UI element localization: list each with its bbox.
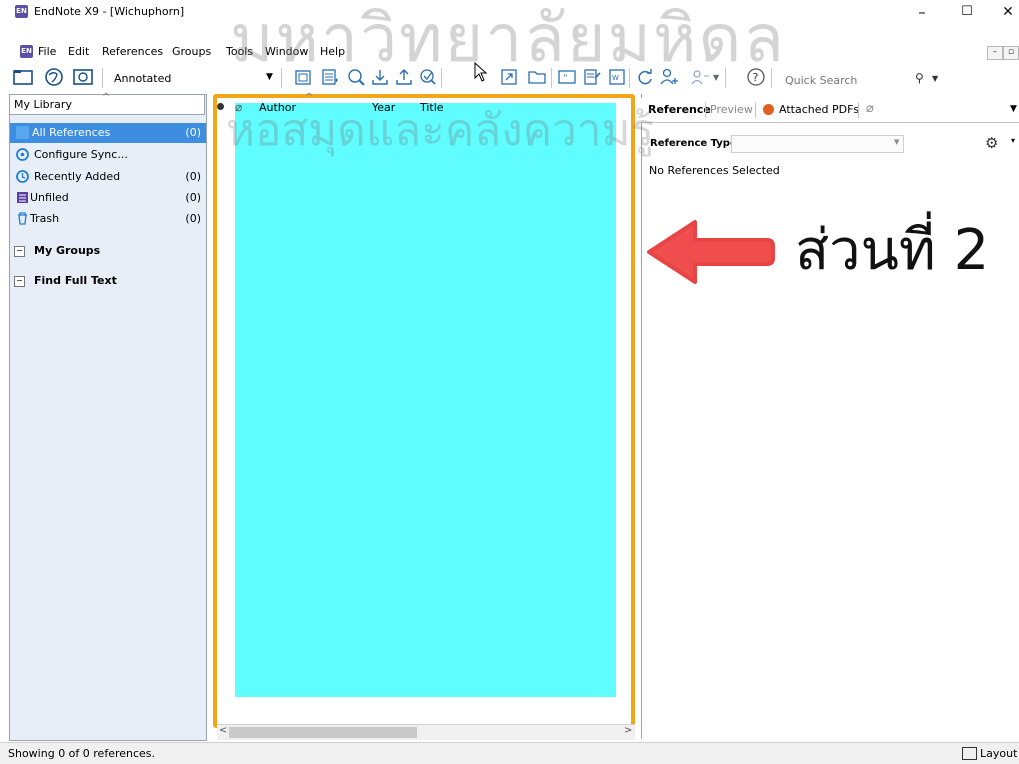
chevron-down-icon: ▼: [894, 138, 900, 146]
group-item-label: Unfiled: [30, 191, 69, 204]
window-title: EndNote X9 - [Wichuphorn]: [34, 5, 185, 18]
layout-button[interactable]: Layout: [980, 747, 1017, 760]
group-item-count: (0): [185, 212, 201, 225]
section-my-groups[interactable]: − My Groups: [10, 241, 206, 261]
read-status-column-icon[interactable]: [217, 103, 224, 110]
group-item-recently-added[interactable]: Recently Added (0): [10, 167, 206, 187]
chevron-down-icon[interactable]: ▼: [1010, 104, 1017, 114]
tab-divider: [755, 102, 756, 118]
maximize-button[interactable]: ☐: [944, 0, 990, 24]
menu-groups[interactable]: Groups: [172, 45, 211, 58]
section-label: Find Full Text: [34, 274, 117, 287]
empty-selection-message: No References Selected: [649, 164, 780, 177]
scrollbar-thumb[interactable]: [229, 727, 417, 738]
scroll-left-icon[interactable]: <: [219, 725, 227, 736]
group-item-configure-sync[interactable]: Configure Sync...: [10, 145, 206, 165]
menu-edit[interactable]: Edit: [68, 45, 89, 58]
watermark-library: หอสมุดและคลังความรู้: [226, 105, 655, 156]
integrated-library-mode-icon[interactable]: [72, 66, 94, 88]
tab-preview[interactable]: Preview: [710, 100, 753, 120]
local-library-mode-icon[interactable]: [12, 66, 34, 88]
section-find-full-text[interactable]: − Find Full Text: [10, 271, 206, 291]
paperclip-icon[interactable]: ⌀: [866, 101, 874, 116]
trash-icon: [16, 212, 29, 225]
horizontal-scrollbar[interactable]: < >: [217, 724, 635, 740]
watermark-university: มหาวิทยาลัยมหิดล: [230, 0, 786, 77]
quick-search-field[interactable]: ⚲ ▼: [776, 69, 954, 91]
scroll-right-icon[interactable]: >: [624, 725, 632, 736]
mdi-minimize-button[interactable]: –: [987, 46, 1003, 60]
online-search-mode-icon[interactable]: [43, 66, 65, 88]
group-item-count: (0): [185, 126, 201, 139]
gear-icon[interactable]: ⚙: [985, 134, 998, 152]
chevron-up-icon: ^: [102, 92, 111, 103]
output-style-value: Annotated: [114, 72, 172, 85]
tab-divider: [705, 102, 706, 118]
tab-attached-pdfs[interactable]: Attached PDFs: [779, 100, 859, 120]
chevron-down-icon[interactable]: ▾: [1011, 136, 1015, 145]
toolbar-separator: [102, 68, 103, 88]
collapse-icon[interactable]: −: [14, 276, 25, 287]
layout-icon: [962, 747, 977, 760]
group-item-unfiled[interactable]: Unfiled (0): [10, 188, 206, 208]
chevron-down-icon[interactable]: ▼: [932, 74, 938, 83]
menu-file[interactable]: File: [38, 45, 56, 58]
mdi-restore-button[interactable]: ▫: [1003, 46, 1019, 60]
sync-icon: [16, 148, 29, 161]
group-item-count: (0): [185, 170, 201, 183]
collapse-icon[interactable]: −: [14, 246, 25, 257]
groups-panel: All References (0) Configure Sync... Rec…: [9, 94, 207, 741]
section-highlight-frame: [213, 94, 635, 728]
tab-reference[interactable]: Reference: [648, 100, 711, 120]
library-icon: [16, 126, 29, 139]
group-item-label: Trash: [30, 212, 60, 225]
group-item-trash[interactable]: Trash (0): [10, 209, 206, 229]
group-item-label: Configure Sync...: [34, 148, 128, 161]
library-dropdown-label: My Library: [14, 98, 72, 111]
pdf-icon: [763, 104, 774, 115]
group-item-all-references[interactable]: All References (0): [10, 123, 206, 143]
group-item-label: All References: [32, 126, 111, 139]
library-dropdown[interactable]: My Library ^: [9, 92, 205, 115]
menu-references[interactable]: References: [102, 45, 163, 58]
clock-icon: [16, 170, 29, 183]
search-icon[interactable]: ⚲: [915, 71, 924, 85]
group-item-label: Recently Added: [34, 170, 121, 183]
endnote-doc-icon[interactable]: EN: [20, 45, 33, 58]
endnote-app-icon: EN: [15, 5, 28, 18]
section-label: My Groups: [34, 244, 101, 257]
unfiled-icon: [16, 191, 29, 204]
annotation-label: ส่วนที่ 2: [795, 218, 990, 283]
group-item-count: (0): [185, 191, 201, 204]
quick-search-input[interactable]: [783, 72, 907, 88]
tab-divider: [858, 102, 859, 118]
close-button[interactable]: ✕: [985, 0, 1019, 24]
status-text: Showing 0 of 0 references.: [8, 747, 156, 760]
reference-detail-panel: [641, 94, 1019, 739]
reference-type-select[interactable]: ▼: [731, 135, 904, 153]
reference-type-label: Reference Type:: [650, 138, 741, 149]
red-arrow-icon: [647, 220, 775, 284]
minimize-button[interactable]: –: [899, 0, 945, 24]
status-bar: Showing 0 of 0 references. Layout: [0, 742, 1019, 764]
